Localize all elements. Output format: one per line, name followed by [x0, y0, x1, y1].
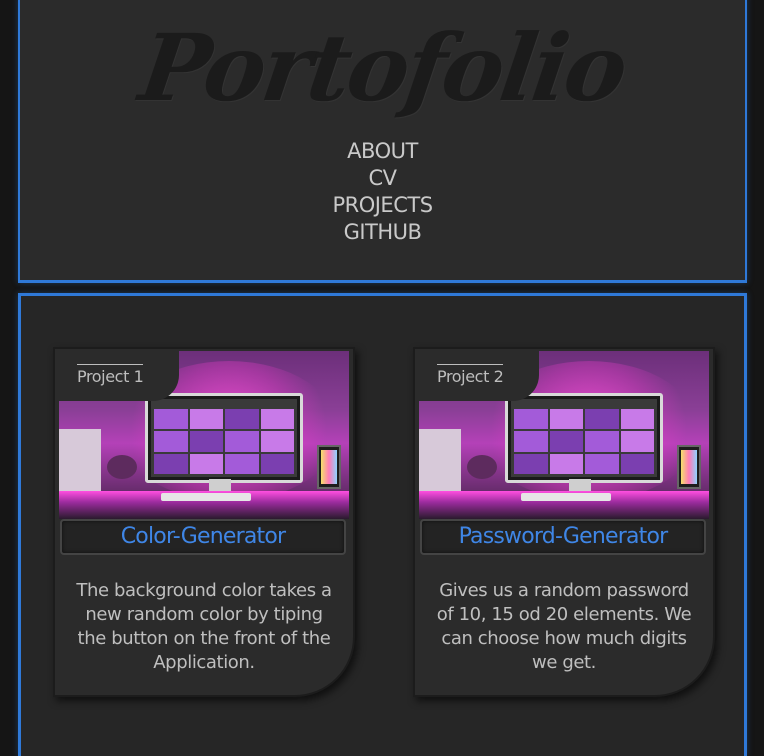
portfolio-logo: Portofolio	[133, 14, 632, 122]
project-tag: Project 1	[55, 349, 179, 401]
project-description: The background color takes a new random …	[76, 580, 332, 673]
main-nav: ABOUT CV PROJECTS GITHUB	[20, 138, 745, 246]
project-title-link[interactable]: Color-Generator	[60, 519, 346, 555]
project-tag: Project 2	[415, 349, 539, 401]
project-description: Gives us a random password of 10, 15 od …	[436, 580, 692, 673]
project-number-label: Project 1	[77, 367, 144, 386]
site-header: Portofolio ABOUT CV PROJECTS GITHUB	[18, 0, 747, 283]
project-card-color-generator[interactable]: Project 1 Color-Generator The background…	[53, 347, 355, 697]
project-title-link[interactable]: Password-Generator	[420, 519, 706, 555]
nav-projects-link[interactable]: PROJECTS	[20, 192, 745, 219]
nav-cv-link[interactable]: CV	[20, 165, 745, 192]
projects-section: Project 1 Color-Generator The background…	[18, 293, 747, 756]
project-card-password-generator[interactable]: Project 2 Password-Generator Gives us a …	[413, 347, 715, 697]
nav-github-link[interactable]: GITHUB	[20, 219, 745, 246]
project-number-label: Project 2	[437, 367, 504, 386]
nav-about-link[interactable]: ABOUT	[20, 138, 745, 165]
